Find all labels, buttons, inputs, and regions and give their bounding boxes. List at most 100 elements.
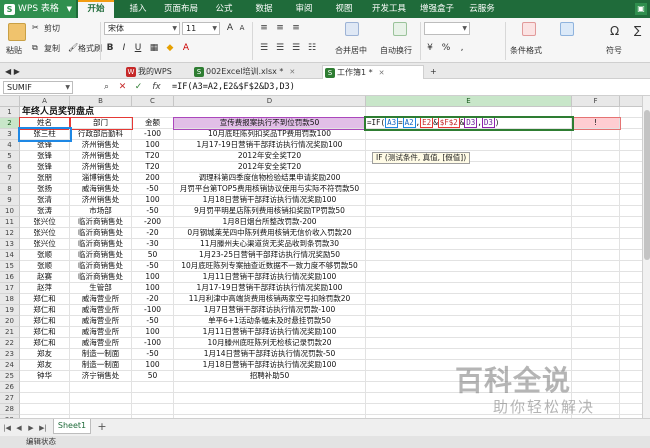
cell[interactable] bbox=[174, 107, 366, 118]
data-cell-note[interactable]: 1月7日营销干部拜访执行情况罚款-100 bbox=[174, 305, 366, 316]
data-cell-dept[interactable]: 制造一制面 bbox=[70, 349, 132, 360]
function-icon[interactable]: fx bbox=[150, 81, 163, 94]
cell[interactable] bbox=[572, 228, 620, 239]
comma-style-icon[interactable]: , bbox=[456, 42, 468, 54]
omega-icon[interactable]: Ω bbox=[610, 24, 619, 38]
cell[interactable] bbox=[366, 250, 572, 261]
row-header[interactable]: 23 bbox=[0, 349, 20, 360]
row-header[interactable]: 4 bbox=[0, 140, 20, 151]
data-cell-dept[interactable] bbox=[70, 393, 132, 404]
data-cell-name[interactable]: 郑仁和 bbox=[20, 327, 70, 338]
doc-tab-training-file[interactable]: S 002Excel培训.xlsx * ✕ bbox=[192, 65, 320, 79]
align-bottom-icon[interactable]: ≡ bbox=[290, 22, 302, 34]
cell[interactable] bbox=[572, 272, 620, 283]
sum-icon[interactable]: ∑ bbox=[634, 24, 641, 37]
row-header[interactable]: 6 bbox=[0, 162, 20, 173]
cell[interactable] bbox=[366, 338, 572, 349]
table-style-icon[interactable] bbox=[560, 22, 574, 36]
align-right-icon[interactable]: ☰ bbox=[290, 42, 302, 54]
cell[interactable] bbox=[366, 261, 572, 272]
data-cell-amount[interactable]: -100 bbox=[132, 305, 174, 316]
row-header[interactable]: 8 bbox=[0, 184, 20, 195]
data-cell-amount[interactable]: 50 bbox=[132, 371, 174, 382]
data-cell-dept[interactable]: 临沂商销售处 bbox=[70, 239, 132, 250]
tab-developer[interactable]: 开发工具 bbox=[366, 0, 412, 18]
data-cell-amount[interactable]: 100 bbox=[132, 272, 174, 283]
row-header[interactable]: 3 bbox=[0, 129, 20, 140]
tab-review[interactable]: 审阅 bbox=[286, 0, 322, 18]
data-cell-name[interactable]: 郑仁和 bbox=[20, 305, 70, 316]
data-cell-note[interactable]: 10月底旺陈列专案抽查近数据不一致力度不够罚款50 bbox=[174, 261, 366, 272]
data-cell-dept[interactable] bbox=[70, 382, 132, 393]
row-header[interactable]: 18 bbox=[0, 294, 20, 305]
data-cell-name[interactable] bbox=[20, 393, 70, 404]
cell[interactable] bbox=[572, 327, 620, 338]
merge-icon[interactable] bbox=[345, 22, 359, 36]
column-header-f[interactable]: F bbox=[572, 96, 620, 107]
data-cell-note[interactable]: 1月11日营销干部拜访执行情况奖励100 bbox=[174, 272, 366, 283]
data-cell-dept[interactable]: 制造一制面 bbox=[70, 360, 132, 371]
cell[interactable] bbox=[572, 338, 620, 349]
data-cell-note[interactable]: 1月8日烟台所整改罚款-200 bbox=[174, 217, 366, 228]
tab-home[interactable]: 开始 bbox=[78, 0, 114, 18]
scissors-icon[interactable]: ✂ bbox=[32, 23, 39, 32]
next-sheet-icon[interactable]: ▶ bbox=[26, 422, 36, 434]
formula-input[interactable]: =IF(A3=A2,E2&$F$2&D3,D3) bbox=[172, 81, 295, 94]
data-cell-name[interactable]: 钟华 bbox=[20, 371, 70, 382]
italic-button[interactable]: I bbox=[118, 42, 130, 54]
data-cell-name[interactable]: 张扬 bbox=[20, 184, 70, 195]
cell[interactable] bbox=[366, 129, 572, 140]
data-cell-note[interactable]: 1月14日营销干部拜访执行情况罚款-50 bbox=[174, 349, 366, 360]
data-cell-name[interactable]: 郑友 bbox=[20, 360, 70, 371]
data-cell-note[interactable]: 10月滕州底旺陈列无检核记录罚款20 bbox=[174, 338, 366, 349]
data-cell-amount[interactable] bbox=[132, 393, 174, 404]
cell[interactable] bbox=[572, 195, 620, 206]
shrink-font-icon[interactable]: A bbox=[236, 22, 248, 34]
align-middle-icon[interactable]: ≡ bbox=[274, 22, 286, 34]
data-cell-amount[interactable] bbox=[132, 404, 174, 415]
data-cell-dept[interactable]: 威海营业所 bbox=[70, 294, 132, 305]
data-cell-amount[interactable]: -50 bbox=[132, 206, 174, 217]
data-cell-amount[interactable]: -100 bbox=[132, 338, 174, 349]
row-header[interactable]: 12 bbox=[0, 228, 20, 239]
align-center-icon[interactable]: ☰ bbox=[274, 42, 286, 54]
new-tab-icon[interactable]: + bbox=[427, 65, 441, 79]
data-cell-note[interactable]: 10月底旺陈列扣奖品TP费用罚款100 bbox=[174, 129, 366, 140]
column-header-d[interactable]: D bbox=[174, 96, 366, 107]
data-cell-dept[interactable] bbox=[70, 404, 132, 415]
align-left-icon[interactable]: ☰ bbox=[258, 42, 270, 54]
row-header[interactable]: 7 bbox=[0, 173, 20, 184]
cell[interactable] bbox=[366, 305, 572, 316]
cell[interactable] bbox=[572, 283, 620, 294]
grow-font-icon[interactable]: A bbox=[224, 22, 236, 34]
data-cell-name[interactable]: 张朋 bbox=[20, 173, 70, 184]
data-cell-amount[interactable]: -50 bbox=[132, 316, 174, 327]
prev-sheet-icon[interactable]: ◀ bbox=[14, 422, 24, 434]
data-cell-amount[interactable] bbox=[132, 382, 174, 393]
data-cell-name[interactable]: 郑仁和 bbox=[20, 316, 70, 327]
data-cell-name[interactable]: 张顺 bbox=[20, 250, 70, 261]
data-cell-name[interactable]: 张清 bbox=[20, 195, 70, 206]
row-header[interactable]: 19 bbox=[0, 305, 20, 316]
tab-enhance-box[interactable]: 增强盒子 bbox=[414, 0, 460, 18]
header-cell[interactable]: 宣传费报案执行不到位罚款50 bbox=[173, 117, 367, 130]
close-icon[interactable]: ✕ bbox=[289, 68, 295, 76]
symbol-button[interactable]: 符号 bbox=[606, 45, 622, 56]
data-cell-dept[interactable]: 临沂商销售处 bbox=[70, 217, 132, 228]
data-cell-name[interactable]: 张兴位 bbox=[20, 228, 70, 239]
data-cell-amount[interactable]: -100 bbox=[132, 129, 174, 140]
cell[interactable] bbox=[366, 294, 572, 305]
data-cell-amount[interactable]: 50 bbox=[132, 250, 174, 261]
align-top-icon[interactable]: ≡ bbox=[258, 22, 270, 34]
cell[interactable] bbox=[572, 294, 620, 305]
currency-icon[interactable]: ¥ bbox=[424, 42, 436, 54]
cell[interactable] bbox=[366, 228, 572, 239]
bold-button[interactable]: B bbox=[104, 42, 116, 54]
data-cell-dept[interactable]: 威海销售处 bbox=[70, 184, 132, 195]
data-cell-dept[interactable]: 临沂商销售处 bbox=[70, 261, 132, 272]
row-header[interactable]: 11 bbox=[0, 217, 20, 228]
copy-icon[interactable]: ⧉ bbox=[32, 43, 38, 53]
data-cell-amount[interactable]: T20 bbox=[132, 151, 174, 162]
data-cell-name[interactable]: 张锋 bbox=[20, 162, 70, 173]
cell[interactable] bbox=[366, 217, 572, 228]
